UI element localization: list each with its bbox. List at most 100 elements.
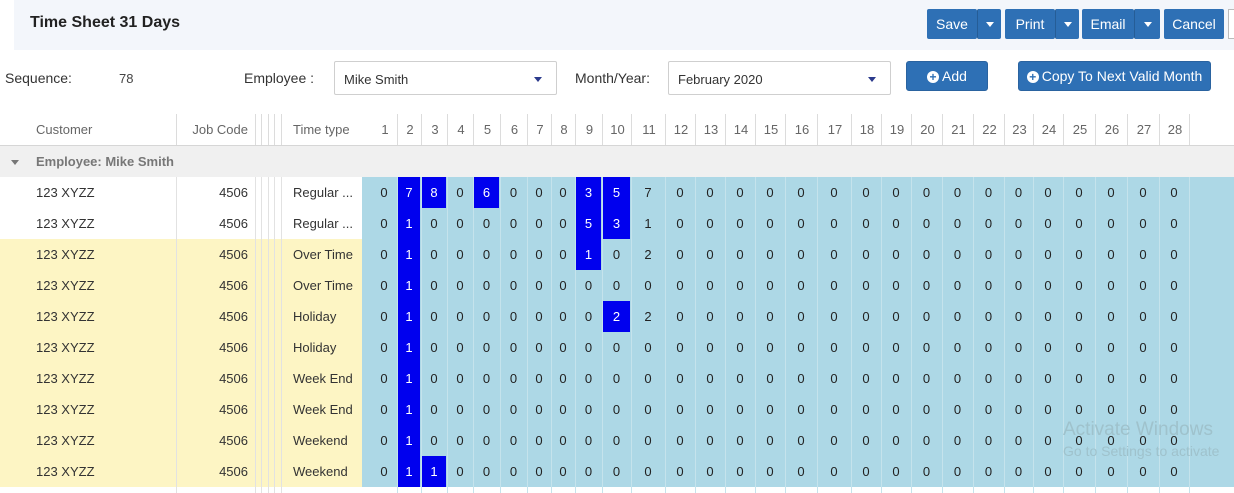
day-header[interactable]: 13 xyxy=(696,114,726,145)
day-value-cell[interactable]: 1 xyxy=(398,270,420,301)
time-type-cell[interactable]: Holiday xyxy=(293,301,336,332)
day-value-cell[interactable]: 0 xyxy=(726,363,754,394)
day-header[interactable]: 14 xyxy=(726,114,756,145)
day-value-cell[interactable]: 0 xyxy=(1005,208,1032,239)
day-value-cell[interactable]: 0 xyxy=(756,363,784,394)
day-value-cell[interactable]: 0 xyxy=(786,301,816,332)
day-value-cell[interactable]: 0 xyxy=(726,456,754,487)
email-button[interactable]: Email xyxy=(1082,9,1134,39)
day-value-cell[interactable]: 0 xyxy=(474,301,499,332)
day-value-cell[interactable]: 0 xyxy=(576,301,601,332)
day-value-cell[interactable]: 0 xyxy=(576,394,601,425)
day-value-cell[interactable]: 3 xyxy=(603,208,630,239)
day-value-cell[interactable]: 0 xyxy=(448,363,472,394)
job-code-cell[interactable]: 4506 xyxy=(178,239,248,270)
day-value-cell[interactable]: 0 xyxy=(726,270,754,301)
day-value-cell[interactable]: 0 xyxy=(696,270,724,301)
day-value-cell[interactable]: 0 xyxy=(603,425,630,456)
day-value-cell[interactable]: 0 xyxy=(528,239,550,270)
day-value-cell[interactable]: 0 xyxy=(576,270,601,301)
day-value-cell[interactable]: 0 xyxy=(726,332,754,363)
day-value-cell[interactable]: 0 xyxy=(474,394,499,425)
day-value-cell[interactable]: 0 xyxy=(603,239,630,270)
table-row[interactable]: 123 XYZZ 4506 Week End 0 1 0 0 0 0 0 0 0 0 0 0 0 0 0 0 0 0 0 0… xyxy=(0,394,1234,425)
day-header[interactable]: 2 xyxy=(398,114,422,145)
day-header[interactable]: 16 xyxy=(786,114,818,145)
day-value-cell[interactable]: 0 xyxy=(576,425,601,456)
day-value-cell[interactable]: 0 xyxy=(422,425,446,456)
day-value-cell[interactable]: 0 xyxy=(448,208,472,239)
day-value-cell[interactable]: 2 xyxy=(632,239,664,270)
day-value-cell[interactable]: 0 xyxy=(474,208,499,239)
day-value-cell[interactable]: 0 xyxy=(1128,363,1158,394)
day-value-cell[interactable]: 0 xyxy=(1034,208,1062,239)
day-header[interactable]: 21 xyxy=(943,114,974,145)
table-row[interactable]: 123 XYZZ 4506 Regular ... 0 1 0 0 0 0 0 0 5 3 1 0 0 0 0 0 0… xyxy=(0,208,1234,239)
day-value-cell[interactable]: 0 xyxy=(501,363,526,394)
day-value-cell[interactable]: 0 xyxy=(1064,239,1094,270)
day-value-cell[interactable]: 0 xyxy=(1160,301,1188,332)
table-row[interactable]: 123 XYZZ 4506 Regular ... 0 7 8 0 6 0 0 0 3 5 7 0 0 0 0 0 0… xyxy=(0,177,1234,208)
day-value-cell[interactable]: 0 xyxy=(818,177,850,208)
day-value-cell[interactable]: 0 xyxy=(632,394,664,425)
day-value-cell[interactable]: 0 xyxy=(1034,456,1062,487)
day-header[interactable]: 25 xyxy=(1064,114,1096,145)
day-value-cell[interactable]: 0 xyxy=(528,270,550,301)
day-value-cell[interactable]: 0 xyxy=(1005,177,1032,208)
day-header[interactable]: 8 xyxy=(552,114,576,145)
customer-cell[interactable]: 123 XYZZ xyxy=(36,177,95,208)
day-value-cell[interactable]: 0 xyxy=(1160,456,1188,487)
day-value-cell[interactable]: 0 xyxy=(576,456,601,487)
day-value-cell[interactable]: 0 xyxy=(1128,177,1158,208)
day-value-cell[interactable]: 0 xyxy=(372,394,396,425)
day-value-cell[interactable]: 0 xyxy=(696,239,724,270)
day-value-cell[interactable]: 0 xyxy=(1128,270,1158,301)
day-value-cell[interactable]: 0 xyxy=(882,425,910,456)
day-value-cell[interactable]: 0 xyxy=(552,332,574,363)
day-value-cell[interactable]: 0 xyxy=(552,394,574,425)
day-value-cell[interactable]: 0 xyxy=(756,425,784,456)
day-value-cell[interactable]: 0 xyxy=(1096,456,1126,487)
day-value-cell[interactable]: 0 xyxy=(756,177,784,208)
day-value-cell[interactable]: 0 xyxy=(726,208,754,239)
day-value-cell[interactable]: 0 xyxy=(1128,239,1158,270)
day-value-cell[interactable]: 0 xyxy=(474,239,499,270)
time-type-cell[interactable]: Weekend xyxy=(293,456,348,487)
day-value-cell[interactable]: 0 xyxy=(1005,394,1032,425)
day-value-cell[interactable]: 0 xyxy=(422,363,446,394)
customer-cell[interactable]: 123 XYZZ xyxy=(36,208,95,239)
day-value-cell[interactable]: 0 xyxy=(974,270,1003,301)
job-code-cell[interactable]: 4506 xyxy=(178,208,248,239)
time-type-cell[interactable]: Week End xyxy=(293,363,353,394)
day-value-cell[interactable]: 0 xyxy=(501,332,526,363)
day-value-cell[interactable]: 0 xyxy=(528,394,550,425)
time-type-cell[interactable]: Week End xyxy=(293,394,353,425)
day-value-cell[interactable]: 0 xyxy=(1096,332,1126,363)
day-value-cell[interactable]: 0 xyxy=(852,301,880,332)
job-code-cell[interactable]: 4506 xyxy=(178,394,248,425)
day-value-cell[interactable]: 0 xyxy=(726,394,754,425)
day-value-cell[interactable]: 0 xyxy=(576,363,601,394)
day-value-cell[interactable]: 0 xyxy=(974,301,1003,332)
day-value-cell[interactable]: 0 xyxy=(422,208,446,239)
day-value-cell[interactable]: 0 xyxy=(696,332,724,363)
day-value-cell[interactable]: 0 xyxy=(474,456,499,487)
column-header-job-code[interactable]: Job Code xyxy=(178,114,248,145)
day-value-cell[interactable]: 0 xyxy=(422,239,446,270)
day-value-cell[interactable]: 0 xyxy=(818,394,850,425)
day-value-cell[interactable]: 0 xyxy=(552,425,574,456)
day-value-cell[interactable]: 0 xyxy=(422,394,446,425)
day-value-cell[interactable]: 0 xyxy=(696,177,724,208)
day-value-cell[interactable]: 0 xyxy=(943,208,972,239)
day-value-cell[interactable]: 0 xyxy=(528,332,550,363)
time-type-cell[interactable]: Regular ... xyxy=(293,177,353,208)
day-value-cell[interactable]: 0 xyxy=(756,270,784,301)
day-value-cell[interactable]: 0 xyxy=(1034,270,1062,301)
day-value-cell[interactable]: 0 xyxy=(1064,208,1094,239)
day-value-cell[interactable]: 1 xyxy=(398,456,420,487)
column-header-customer[interactable]: Customer xyxy=(36,114,92,145)
customer-cell[interactable]: 123 XYZZ xyxy=(36,239,95,270)
day-value-cell[interactable]: 0 xyxy=(912,270,941,301)
day-value-cell[interactable]: 0 xyxy=(552,456,574,487)
day-value-cell[interactable]: 0 xyxy=(974,239,1003,270)
